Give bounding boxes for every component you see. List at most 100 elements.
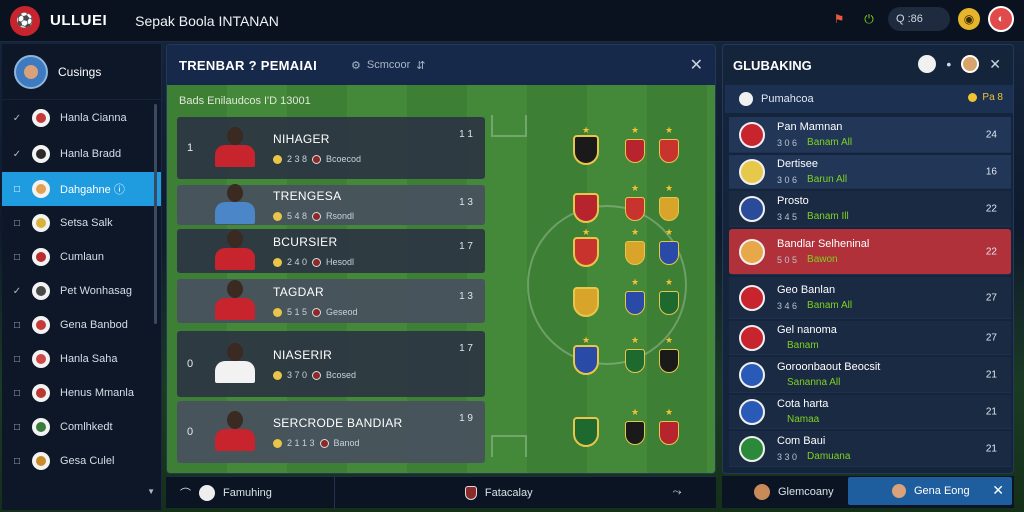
- sidebar-item-mark: □: [13, 217, 21, 229]
- sidebar-item[interactable]: ✓ Pet Wonhasag: [2, 274, 161, 308]
- club-info: Geo Banlan 3 4 6 Banam All: [777, 284, 852, 311]
- club-crest-icon[interactable]: [573, 193, 599, 223]
- club-crest-icon[interactable]: [659, 349, 679, 373]
- pitch-circle: [527, 205, 687, 365]
- player-row[interactable]: 0 NIASERIR 3 7 0 Bcosed 1 7: [177, 331, 485, 397]
- club-crest-icon[interactable]: [659, 421, 679, 445]
- club-info: Gel nanoma Banam: [777, 324, 837, 351]
- ranking-row[interactable]: Geo Banlan 3 4 6 Banam All 27: [729, 277, 1011, 319]
- ranking-subheader[interactable]: Pumahcoa Pa 8: [725, 85, 1013, 113]
- brand-name: ULLUEI: [50, 12, 108, 29]
- player-row[interactable]: 1 NIHAGER 2 3 8 Bcoecod 1 1: [177, 117, 485, 179]
- bottom-middle-tab[interactable]: Fatacalay: [464, 485, 533, 500]
- sidebar-item[interactable]: □ Comlhkedt: [2, 410, 161, 444]
- club-tag: Banam All: [807, 300, 853, 311]
- player-number: 1: [186, 142, 194, 154]
- player-row[interactable]: TAGDAR 5 1 5 Geseod 1 3: [177, 279, 485, 323]
- player-meta: 2 4 0 Hesodl: [273, 257, 354, 267]
- club-crest-icon[interactable]: [625, 291, 645, 315]
- bottom-club-tab[interactable]: Glemcoany: [754, 484, 834, 500]
- player-info: TAGDAR 5 1 5 Geseod: [273, 285, 358, 317]
- pitch-box-bottom: [491, 435, 527, 457]
- club-crest-icon: [32, 282, 50, 300]
- club-crest-icon[interactable]: [659, 291, 679, 315]
- player-row[interactable]: BCURSIER 2 4 0 Hesodl 1 7: [177, 229, 485, 273]
- club-crest-icon[interactable]: [659, 197, 679, 221]
- sidebar-item-label: Hanla Saha: [60, 353, 118, 365]
- squad-filter[interactable]: Bads Enilaudcos I'D 13001: [179, 95, 311, 107]
- ranking-row[interactable]: Gel nanoma Banam 27: [729, 321, 1011, 355]
- player-photo: [211, 280, 259, 322]
- ranking-row[interactable]: Prosto 3 4 5 Banam Ill 22: [729, 191, 1011, 227]
- club-stats: 5 0 5: [777, 254, 798, 265]
- close-icon[interactable]: ✕: [989, 56, 1001, 73]
- close-icon[interactable]: ✕: [992, 482, 1004, 499]
- sidebar-item[interactable]: □ Gesa Culel: [2, 444, 161, 478]
- divider: [333, 476, 335, 509]
- sidebar-item[interactable]: □ Henus Mmanla: [2, 376, 161, 410]
- club-crest-icon[interactable]: [659, 241, 679, 265]
- club-crest-icon[interactable]: [573, 237, 599, 267]
- dots-icon[interactable]: •: [946, 56, 951, 72]
- club-badge-icon[interactable]: [961, 55, 980, 73]
- player-row[interactable]: TRENGESA 5 4 8 Rsondl 1 3: [177, 184, 485, 225]
- club-crest-icon[interactable]: [573, 287, 599, 317]
- scroll-down-icon[interactable]: ▼: [147, 487, 155, 496]
- club-crest-icon[interactable]: [573, 345, 599, 375]
- sidebar-item[interactable]: □ Gena Banbod: [2, 308, 161, 342]
- ranking-row[interactable]: Com Baui 3 3 0 Damuana 21: [729, 431, 1011, 467]
- club-crest-icon[interactable]: [625, 421, 645, 445]
- sidebar-item[interactable]: □ Dahgahne ⓘ: [2, 172, 161, 206]
- profile-avatar[interactable]: ◐: [988, 6, 1014, 32]
- power-icon[interactable]: ⏻: [858, 8, 880, 30]
- club-info: Pan Mamnan 3 0 6 Banam All: [777, 121, 852, 148]
- club-crest-icon[interactable]: [659, 139, 679, 163]
- club-meta: 3 4 6 Banam All: [777, 300, 852, 311]
- club-crest-icon[interactable]: [625, 197, 645, 221]
- user-profile[interactable]: Cusings: [2, 44, 161, 100]
- close-icon[interactable]: ✕: [690, 55, 703, 75]
- club-crest-icon[interactable]: [625, 139, 645, 163]
- swap-icon[interactable]: ⤳: [673, 486, 682, 499]
- sidebar-item[interactable]: ✓ Hanla Bradd: [2, 136, 161, 172]
- bottom-left-tab[interactable]: ⌒ Famuhing: [180, 484, 272, 501]
- player-row[interactable]: 0 SERCRODE BANDIAR 2 1 1 3 Banod 1 9: [177, 401, 485, 463]
- player-score: 1 7: [459, 343, 473, 354]
- player-number: 0: [186, 358, 194, 370]
- ranking-row[interactable]: Pan Mamnan 3 0 6 Banam All 24: [729, 117, 1011, 153]
- player-name: TAGDAR: [273, 285, 324, 299]
- sidebar-item[interactable]: □ Setsa Salk: [2, 206, 161, 240]
- ranking-row[interactable]: Dertisee 3 0 6 Barun All 16: [729, 155, 1011, 189]
- club-crest-icon[interactable]: [573, 417, 599, 447]
- player-stats: 2 1 1 3: [287, 438, 315, 448]
- coin-icon[interactable]: ◉: [958, 8, 980, 30]
- sidebar-item-label: Gena Banbod: [60, 319, 128, 331]
- club-crest-icon[interactable]: [625, 349, 645, 373]
- bottom-middle-label: Fatacalay: [484, 486, 533, 499]
- confirm-button[interactable]: Gena Eong: [848, 477, 1012, 505]
- ranking-row[interactable]: Bandlar Selheninal 5 0 5 Bawon 22: [729, 229, 1011, 275]
- sidebar-item[interactable]: ✓ Hanla Cianna: [2, 100, 161, 136]
- club-crest-icon: [739, 435, 765, 462]
- ranking-row[interactable]: Goroonbaout Beocsit Sananna All 21: [729, 357, 1011, 393]
- player-photo: [211, 343, 259, 385]
- search-button[interactable]: Q :86: [888, 7, 950, 31]
- club-name: Goroonbaout Beocsit: [777, 361, 881, 373]
- player-club: Hesodl: [326, 257, 355, 267]
- club-crest-icon[interactable]: [625, 241, 645, 265]
- squad-panel-subtitle[interactable]: ⚙ Scmcoor ⇵: [351, 59, 426, 72]
- sidebar-scrollbar[interactable]: [154, 104, 157, 324]
- globe-icon: [739, 92, 753, 106]
- sidebar-item[interactable]: □ Cumlaun: [2, 240, 161, 274]
- flag-icon[interactable]: ⚑: [828, 8, 850, 30]
- star-icon: ★: [665, 407, 674, 417]
- points-indicator: Pa 8: [968, 92, 1003, 103]
- club-meta: Namaa: [777, 414, 828, 425]
- subtitle-text: Scmcoor: [366, 59, 411, 71]
- club-crest-icon[interactable]: [573, 135, 599, 165]
- ranking-row[interactable]: Cota harta Namaa 21: [729, 395, 1011, 429]
- club-score: 16: [985, 166, 997, 177]
- club-meta: Sananna All: [777, 377, 880, 388]
- sidebar-item[interactable]: □ Hanla Saha: [2, 342, 161, 376]
- info-icon[interactable]: [918, 55, 937, 73]
